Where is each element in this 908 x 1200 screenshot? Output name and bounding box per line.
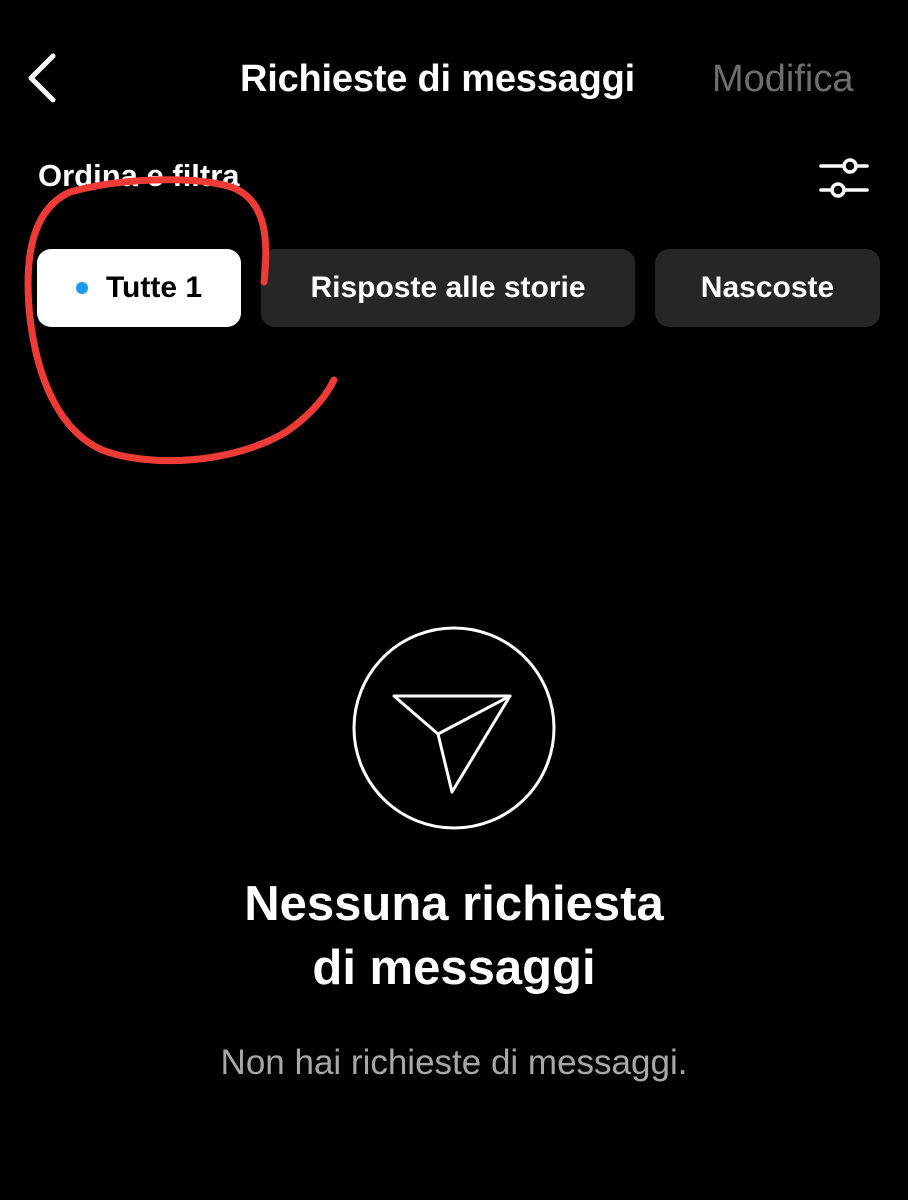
empty-title-line-2: di messaggi (312, 941, 596, 995)
chevron-left-icon (28, 53, 56, 103)
chip-all[interactable]: Tutte 1 (37, 249, 241, 327)
chip-hidden[interactable]: Nascoste (655, 249, 880, 327)
header-bar: Richieste di messaggi Modifica (0, 0, 908, 160)
chip-hidden-label: Nascoste (700, 271, 835, 304)
page-title: Richieste di messaggi (240, 58, 635, 100)
empty-title-line-1: Nessuna richiesta (244, 877, 664, 931)
empty-state-title: Nessuna richiesta di messaggi (0, 872, 908, 1000)
chip-story-replies[interactable]: Risposte alle storie (261, 249, 635, 327)
unread-dot (75, 282, 88, 294)
chip-story-replies-label: Risposte alle storie (310, 271, 586, 304)
paper-plane-icon (352, 626, 556, 830)
chip-all-label: Tutte 1 (105, 271, 203, 304)
sliders-icon (819, 158, 869, 198)
back-button[interactable] (14, 48, 68, 108)
sort-filter-label: Ordina e filtra (38, 158, 240, 193)
filter-settings-button[interactable] (814, 150, 874, 206)
edit-button[interactable]: Modifica (712, 56, 854, 102)
empty-state-subtitle: Non hai richieste di messaggi. (220, 1043, 688, 1082)
